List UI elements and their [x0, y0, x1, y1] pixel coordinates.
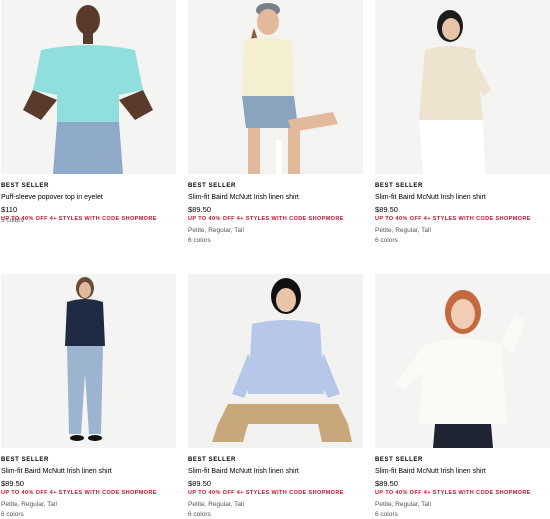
size-options: Petite, Regular, Tall [375, 501, 431, 508]
model-in-white-linen-shirt-photo [375, 274, 550, 448]
color-count[interactable]: 6 colors [188, 510, 363, 519]
product-image[interactable] [1, 0, 176, 174]
product-image[interactable] [375, 0, 550, 174]
best-seller-badge: BEST SELLER [1, 183, 49, 189]
promo-text: UP TO 40% OFF 4+ STYLES WITH CODE SHOPMO… [375, 490, 531, 496]
color-count[interactable]: 6 colors [375, 236, 550, 246]
product-card[interactable]: BEST SELLER Slim-fit Baird McNutt Irish … [375, 0, 550, 246]
promo-text: UP TO 40% OFF 4+ STYLES WITH CODE SHOPMO… [188, 490, 344, 496]
product-price: $89.50 [188, 205, 211, 214]
product-price: $89.50 [1, 479, 24, 488]
product-image[interactable] [375, 274, 550, 448]
model-in-beige-linen-shirt-photo [375, 0, 550, 174]
size-options: Petite, Regular, Tall [1, 501, 57, 508]
best-seller-badge: BEST SELLER [1, 457, 49, 463]
product-card[interactable]: BEST SELLER Slim-fit Baird McNutt Irish … [188, 274, 363, 519]
promo-text: UP TO 40% OFF 4+ STYLES WITH CODE SHOPMO… [1, 216, 157, 222]
product-card[interactable]: BEST SELLER Slim-fit Baird McNutt Irish … [1, 274, 176, 519]
color-count[interactable]: 6 colors [188, 236, 363, 246]
product-image[interactable] [188, 0, 363, 174]
size-options: Petite, Regular, Tall [188, 227, 244, 234]
product-name[interactable]: Slim-fit Baird McNutt Irish linen shirt [375, 193, 550, 203]
best-seller-badge: BEST SELLER [375, 183, 423, 189]
product-price: $89.50 [188, 479, 211, 488]
color-count[interactable]: 6 colors [1, 510, 176, 519]
product-price: $89.50 [375, 479, 398, 488]
product-name[interactable]: Slim-fit Baird McNutt Irish linen shirt [188, 193, 363, 203]
product-card[interactable]: BEST SELLER Slim-fit Baird McNutt Irish … [375, 274, 550, 519]
product-name[interactable]: Slim-fit Baird McNutt Irish linen shirt [375, 467, 550, 477]
model-in-aqua-eyelet-top-photo [1, 0, 176, 174]
product-image[interactable] [188, 274, 363, 448]
best-seller-badge: BEST SELLER [188, 457, 236, 463]
product-card[interactable]: BEST SELLER Puff-sleeve popover top in e… [1, 0, 176, 226]
product-image[interactable] [1, 274, 176, 448]
size-options: Petite, Regular, Tall [375, 227, 431, 234]
color-count[interactable]: 6 colors [375, 510, 550, 519]
product-name[interactable]: Slim-fit Baird McNutt Irish linen shirt [1, 467, 176, 477]
product-price: $110 [1, 205, 18, 214]
size-options: Petite, Regular, Tall [188, 501, 244, 508]
best-seller-badge: BEST SELLER [375, 457, 423, 463]
promo-text: UP TO 40% OFF 4+ STYLES WITH CODE SHOPMO… [188, 216, 344, 222]
product-name[interactable]: Puff-sleeve popover top in eyelet [1, 193, 176, 203]
promo-text: UP TO 40% OFF 4+ STYLES WITH CODE SHOPMO… [375, 216, 531, 222]
model-in-blue-stripe-linen-shirt-photo [188, 274, 363, 448]
model-in-cream-linen-shirt-photo [188, 0, 363, 174]
product-price: $89.50 [375, 205, 398, 214]
model-in-navy-linen-shirt-photo [1, 274, 176, 448]
promo-text: UP TO 40% OFF 4+ STYLES WITH CODE SHOPMO… [1, 490, 157, 496]
product-name[interactable]: Slim-fit Baird McNutt Irish linen shirt [188, 467, 363, 477]
product-card[interactable]: BEST SELLER Slim-fit Baird McNutt Irish … [188, 0, 363, 246]
product-grid: BEST SELLER Puff-sleeve popover top in e… [0, 0, 550, 519]
best-seller-badge: BEST SELLER [188, 183, 236, 189]
